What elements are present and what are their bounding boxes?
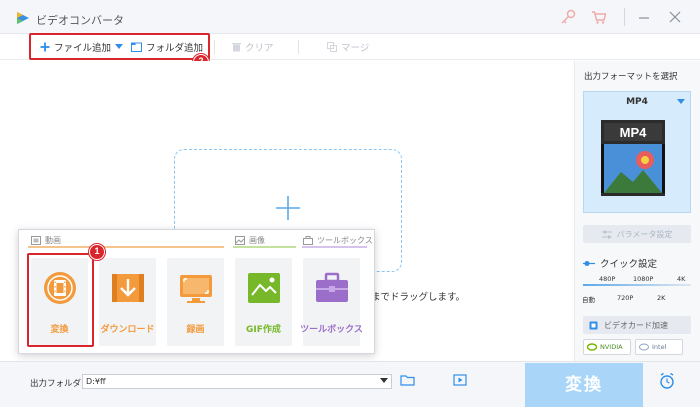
video-underline bbox=[28, 246, 224, 248]
output-folder-label: 出力フォルダ： bbox=[30, 379, 90, 389]
category-video: 動画 bbox=[31, 235, 61, 246]
category-image: 画像 bbox=[235, 235, 265, 246]
download-tile-label: ダウンロード bbox=[100, 325, 155, 335]
gpu-acceleration-toggle[interactable]: ビデオカード加速 bbox=[583, 316, 691, 334]
quality-slider[interactable] bbox=[583, 284, 691, 286]
merge-label: マージ bbox=[341, 43, 370, 54]
media-folder-icon[interactable] bbox=[453, 374, 467, 386]
parameter-settings-button[interactable]: パラメータ設定 bbox=[583, 225, 691, 243]
close-icon[interactable] bbox=[666, 9, 684, 25]
quality-720p-label: 720P bbox=[617, 294, 634, 302]
format-name: MP4 bbox=[626, 97, 648, 107]
output-folder-dropdown-icon[interactable] bbox=[380, 378, 388, 383]
format-heading: 出力フォーマットを選択 bbox=[584, 72, 678, 82]
minimize-icon[interactable] bbox=[635, 9, 653, 25]
category-toolbox: ツールボックス bbox=[303, 235, 373, 246]
category-toolbox-label: ツールボックス bbox=[317, 236, 373, 245]
toolbox-underline bbox=[302, 246, 367, 248]
toolbox-icon bbox=[316, 272, 348, 302]
gif-maker-tile-label: GIF作成 bbox=[246, 325, 281, 335]
clear-button[interactable]: クリア bbox=[232, 39, 274, 55]
nvidia-badge: NVIDIA bbox=[583, 339, 631, 355]
quality-1080p-label: 1080P bbox=[633, 275, 654, 283]
trash-icon bbox=[232, 43, 241, 52]
quality-480p-label: 480P bbox=[599, 275, 616, 283]
format-selector[interactable]: MP4 MP4 bbox=[583, 91, 691, 213]
app-window: ビデオコンバータ ファイル追加 フォルダ追加 クリア マージ までドラッグします… bbox=[0, 0, 700, 407]
output-settings-panel: 出力フォーマットを選択 MP4 MP4 パラメータ設定 クイック設定 480P … bbox=[574, 61, 700, 361]
gif-image-icon bbox=[248, 273, 280, 303]
highlight-box-add-buttons bbox=[29, 33, 210, 60]
app-logo-icon bbox=[17, 12, 29, 24]
key-icon[interactable] bbox=[559, 9, 577, 25]
merge-icon bbox=[327, 42, 337, 52]
alarm-clock-icon[interactable] bbox=[658, 372, 676, 390]
intel-label: Intel bbox=[652, 343, 667, 351]
image-underline bbox=[233, 246, 296, 248]
toolbar-divider bbox=[298, 40, 299, 54]
record-tile[interactable]: 録画 bbox=[167, 258, 224, 346]
image-category-icon bbox=[235, 236, 245, 245]
toolbox-tile-label: ツールボックス bbox=[300, 325, 363, 335]
convert-button[interactable]: 変換 bbox=[525, 363, 643, 407]
screen-record-icon bbox=[180, 275, 212, 303]
nvidia-logo-icon bbox=[587, 343, 597, 351]
clear-label: クリア bbox=[245, 43, 274, 54]
title-bar: ビデオコンバータ bbox=[0, 0, 700, 34]
bottom-bar: 出力フォルダ： D:¥ff 変換 bbox=[0, 361, 700, 407]
quality-4k-label: 4K bbox=[677, 275, 686, 283]
category-image-label: 画像 bbox=[249, 236, 265, 245]
app-title: ビデオコンバータ bbox=[36, 14, 124, 27]
gpu-acceleration-label: ビデオカード加速 bbox=[604, 320, 668, 330]
download-tile[interactable]: ダウンロード bbox=[99, 258, 156, 346]
highlight-box-convert bbox=[27, 253, 94, 347]
nvidia-label: NVIDIA bbox=[600, 343, 623, 351]
quality-2k-label: 2K bbox=[657, 294, 666, 302]
drop-hint: までドラッグします。 bbox=[371, 292, 466, 303]
format-dropdown-icon[interactable] bbox=[677, 99, 685, 104]
toolbar-divider bbox=[214, 40, 215, 54]
folder-open-icon[interactable] bbox=[400, 374, 415, 386]
record-tile-label: 録画 bbox=[186, 325, 205, 335]
output-folder-field[interactable]: D:¥ff bbox=[82, 374, 392, 389]
callout-marker-1: 1 bbox=[89, 244, 105, 260]
parameter-settings-label: パラメータ設定 bbox=[616, 229, 673, 239]
download-icon bbox=[112, 274, 144, 302]
merge-button[interactable]: マージ bbox=[327, 39, 369, 55]
quality-auto-label: 自動 bbox=[582, 296, 595, 304]
chip-icon bbox=[589, 321, 598, 329]
add-plus-icon[interactable] bbox=[274, 194, 302, 222]
video-category-icon bbox=[31, 236, 41, 245]
cart-icon[interactable] bbox=[590, 9, 608, 25]
quick-setting-label: クイック設定 bbox=[600, 259, 658, 270]
toolbox-category-icon bbox=[303, 236, 313, 245]
toolbox-tile[interactable]: ツールボックス bbox=[300, 258, 363, 346]
intel-logo-icon bbox=[639, 343, 649, 351]
category-video-label: 動画 bbox=[45, 236, 61, 245]
gif-maker-tile[interactable]: GIF作成 bbox=[235, 258, 292, 346]
intel-badge: Intel bbox=[635, 339, 683, 355]
sliders-icon bbox=[601, 230, 612, 238]
quick-setting-header: クイック設定 bbox=[583, 256, 657, 270]
titlebar-divider bbox=[624, 8, 625, 26]
quick-setting-icon bbox=[583, 260, 595, 266]
mp4-badge-text: MP4 bbox=[619, 125, 647, 140]
